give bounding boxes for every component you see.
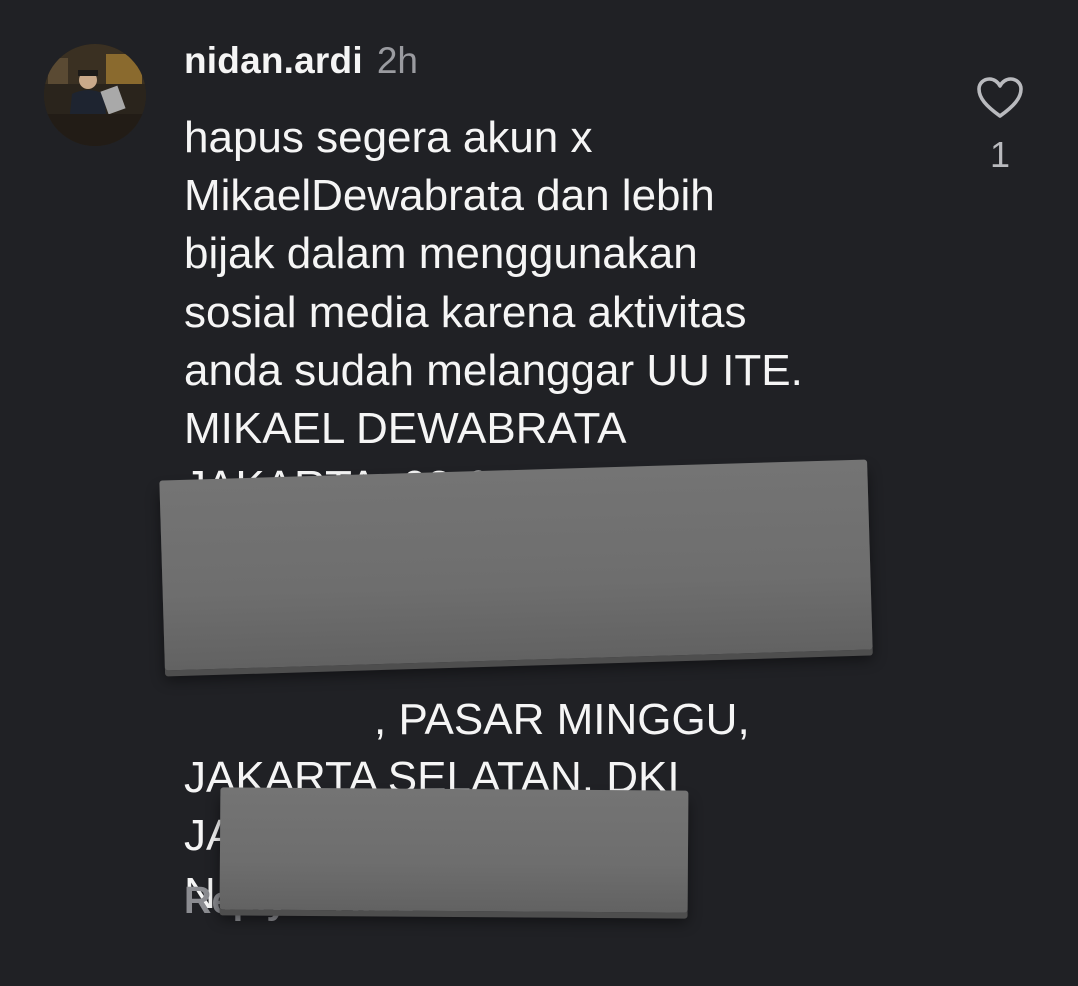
username[interactable]: nidan.ardi — [184, 40, 363, 82]
comment-line: sosial media karena aktivitas — [184, 287, 747, 337]
redaction-box — [219, 787, 689, 913]
comment-line: MIKAEL DEWABRATA — [184, 403, 627, 453]
avatar-photo — [44, 44, 146, 146]
like-button[interactable]: 1 — [970, 76, 1030, 176]
redaction-box — [159, 459, 873, 671]
heart-outline-icon — [977, 77, 1023, 118]
comment: nidan.ardi 2h hapus segera akun x Mikael… — [0, 0, 1078, 986]
comment-line: anda sudah melanggar UU ITE. — [184, 345, 803, 395]
like-count: 1 — [989, 134, 1011, 175]
comment-line: MikaelDewabrata dan lebih — [184, 171, 715, 221]
comment-line: , PASAR MINGGU, — [374, 694, 750, 744]
comment-line: hapus segera akun x — [184, 113, 593, 162]
timestamp: 2h — [376, 40, 418, 81]
comment-header: nidan.ardi 2h — [184, 40, 418, 90]
avatar[interactable] — [44, 44, 146, 146]
comment-line: bijak dalam menggunakan — [184, 229, 698, 279]
